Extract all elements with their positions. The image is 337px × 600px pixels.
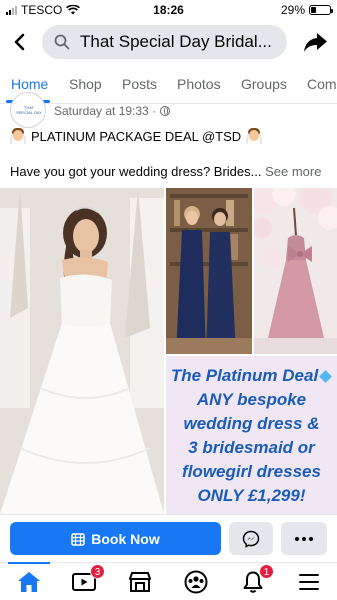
promo-text: The Platinum Deal ANY bespoke wedding dr… [166, 364, 337, 508]
avatar-logo-text: THAT SPECIAL DAY [16, 105, 42, 115]
book-now-label: Book Now [91, 530, 160, 547]
messenger-icon [242, 530, 260, 548]
bridesmaids-illustration [166, 188, 252, 354]
messenger-button[interactable] [229, 522, 273, 555]
active-nav-indicator [8, 562, 50, 564]
search-input[interactable]: That Special Day Bridal... [42, 25, 287, 59]
more-options-button[interactable] [281, 522, 327, 555]
globe-icon [160, 106, 171, 116]
tab-shop[interactable]: Shop [69, 76, 102, 92]
promo-line-5: flowegirl dresses [182, 462, 321, 481]
page-avatar[interactable]: THAT SPECIAL DAY [10, 92, 46, 128]
post-title-text: PLATINUM PACKAGE DEAL @TSD [31, 128, 242, 144]
notifications-badge: 1 [259, 564, 274, 579]
flowergirl-dress-illustration [254, 188, 337, 354]
book-now-button[interactable]: Book Now [10, 522, 221, 555]
diamond-icon [320, 371, 332, 383]
notifications-nav-item[interactable]: 1 [240, 564, 274, 594]
bride-emoji-icon [246, 128, 263, 144]
platinum-deal-promo[interactable]: The Platinum Deal ANY bespoke wedding dr… [166, 356, 337, 514]
more-dot [295, 536, 299, 541]
flowergirl-dress-photo[interactable] [254, 188, 337, 354]
bridesmaids-photo[interactable] [166, 188, 252, 354]
search-query: That Special Day Bridal... [80, 32, 272, 51]
battery-percent: 29% [280, 3, 305, 17]
tab-groups[interactable]: Groups [241, 76, 287, 92]
battery-status: 29% [280, 3, 333, 17]
promo-line-1: The Platinum Deal [166, 364, 337, 388]
action-bar: Book Now [0, 514, 337, 562]
tab-community[interactable]: Comm [307, 76, 337, 92]
bride-emoji-icon [10, 128, 26, 144]
search-icon [54, 34, 70, 50]
search-header: That Special Day Bridal... [0, 22, 337, 62]
share-icon[interactable] [301, 28, 329, 56]
groups-icon[interactable] [183, 570, 209, 594]
bride-photo[interactable] [0, 188, 164, 514]
page-tabs: Home Shop Posts Photos Groups Comm [0, 70, 337, 104]
watch-badge: 3 [90, 564, 105, 579]
bottom-navigation: 3 1 [0, 562, 337, 600]
calendar-icon [71, 532, 86, 546]
home-icon[interactable] [16, 570, 42, 594]
back-arrow-icon[interactable] [8, 28, 32, 56]
promo-line-3: wedding dress & [183, 414, 320, 433]
menu-icon[interactable] [296, 570, 322, 594]
bride-illustration [0, 188, 164, 514]
see-more-link[interactable]: See more [265, 164, 321, 179]
tab-photos[interactable]: Photos [177, 76, 221, 92]
post-photos: The Platinum Deal ANY bespoke wedding dr… [0, 188, 337, 514]
status-bar: TESCO 18:26 29% [0, 0, 337, 20]
tab-home[interactable]: Home [11, 76, 48, 92]
tab-posts[interactable]: Posts [122, 76, 157, 92]
post-timestamp[interactable]: Saturday at 19:33 · [54, 104, 171, 118]
post-body: Have you got your wedding dress? Brides.… [10, 164, 321, 179]
post-title: PLATINUM PACKAGE DEAL @TSD [10, 128, 263, 144]
promo-line-6: ONLY £1,299! [197, 486, 306, 505]
promo-line-4: 3 bridesmaid or [188, 438, 315, 457]
post-body-text: Have you got your wedding dress? Brides.… [10, 164, 262, 179]
more-dot [302, 536, 306, 541]
post-time: Saturday at 19:33 · [54, 104, 157, 118]
more-dot [309, 536, 313, 541]
promo-line-2: ANY bespoke [196, 390, 307, 409]
watch-nav-item[interactable]: 3 [71, 564, 105, 594]
battery-icon [309, 5, 333, 15]
marketplace-icon[interactable] [127, 570, 153, 594]
